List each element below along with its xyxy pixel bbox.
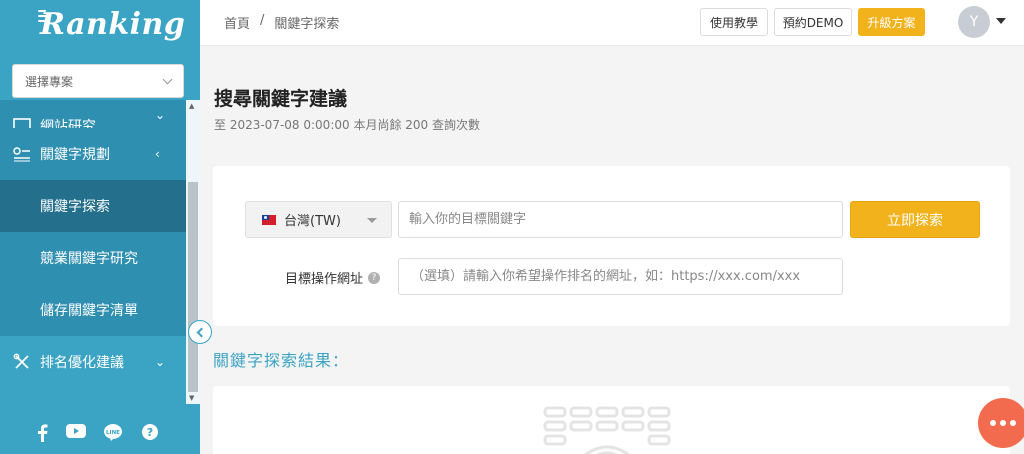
sidebar-menu: 網站研究 ⌄ 關鍵字規劃 ‹ 關鍵字探索 競業關鍵字研究 儲存關鍵字清單 排名優…	[0, 100, 186, 388]
monitor-icon	[12, 116, 32, 128]
collapse-sidebar-button[interactable]	[188, 320, 212, 344]
book-demo-button[interactable]: 預約DEMO	[774, 8, 852, 36]
scroll-down-icon[interactable]: ▼	[189, 394, 194, 402]
facebook-icon[interactable]	[36, 424, 48, 442]
sidebar-item-label: 排名優化建議	[40, 355, 124, 371]
sidebar-item-competitor-keywords[interactable]: 競業關鍵字研究	[0, 232, 186, 284]
caret-down-icon[interactable]	[996, 18, 1006, 24]
chat-dot-icon	[990, 420, 996, 426]
scroll-thumb[interactable]	[188, 182, 198, 392]
question-icon[interactable]: ?	[368, 271, 381, 284]
breadcrumb-home[interactable]: 首頁	[224, 13, 250, 32]
chat-button[interactable]	[978, 398, 1024, 448]
youtube-icon[interactable]	[66, 424, 86, 438]
logo-speed-lines-icon	[38, 10, 54, 24]
chevron-down-icon: ⌄	[155, 108, 166, 122]
empty-state-illustration-icon	[543, 406, 671, 454]
page-title: 搜尋關鍵字建議	[214, 88, 348, 110]
target-url-label-row: 目標操作網址 ?	[285, 268, 381, 287]
keyword-plan-icon	[12, 144, 32, 164]
sidebar-item-ranking-optimization[interactable]: 排名優化建議 ⌄	[0, 336, 186, 388]
svg-text:LINE: LINE	[106, 430, 120, 436]
line-icon[interactable]: LINE	[104, 424, 122, 441]
sidebar-item-label: 網站研究	[40, 119, 96, 128]
results-title: 關鍵字探索結果：	[213, 351, 350, 370]
sidebar-scrollbar[interactable]: ▲ ▼	[186, 100, 200, 404]
tools-icon	[12, 352, 32, 372]
chevron-left-icon: ‹	[155, 147, 160, 161]
keyword-input[interactable]	[398, 201, 843, 238]
sidebar: Ranking 選擇專案 網站研究 ⌄ 關鍵字規劃 ‹ 關鍵字探索 競業關鍵字研…	[0, 0, 200, 454]
chat-dot-icon	[1010, 420, 1016, 426]
query-quota-text: 至 2023-07-08 0:00:00 本月尚餘 200 查詢次數	[214, 118, 480, 132]
project-select-placeholder: 選擇專案	[25, 74, 74, 89]
country-select[interactable]: 台灣(TW)	[245, 201, 392, 238]
project-select[interactable]: 選擇專案	[12, 64, 184, 98]
avatar[interactable]: Y	[958, 6, 990, 38]
breadcrumb-current: 關鍵字探索	[274, 17, 340, 32]
chevron-down-icon	[162, 74, 173, 84]
target-url-label: 目標操作網址	[285, 272, 364, 287]
help-icon[interactable]: ?	[142, 424, 158, 440]
taiwan-flag-icon	[262, 214, 276, 225]
sidebar-item-saved-keywords[interactable]: 儲存關鍵字清單	[0, 284, 186, 336]
search-card: 台灣(TW) 立即探索 目標操作網址 ?	[213, 166, 1010, 326]
target-url-input[interactable]	[398, 258, 843, 295]
upgrade-button[interactable]: 升級方案	[858, 8, 925, 36]
breadcrumb-separator: /	[260, 13, 265, 28]
scroll-up-icon[interactable]: ▲	[189, 102, 194, 110]
chevron-left-icon	[196, 327, 207, 337]
tutorial-button[interactable]: 使用教學	[700, 8, 768, 36]
logo-text: Ranking	[40, 6, 186, 42]
chevron-down-icon: ⌄	[155, 355, 166, 369]
svg-text:?: ?	[147, 426, 153, 439]
sidebar-item-keyword-explore[interactable]: 關鍵字探索	[0, 180, 186, 232]
sidebar-item-label: 關鍵字規劃	[40, 147, 110, 163]
ranking-logo[interactable]: Ranking	[38, 4, 186, 44]
social-links: LINE ?	[0, 404, 200, 454]
results-panel	[213, 386, 1010, 454]
sidebar-item-site-research[interactable]: 網站研究 ⌄	[0, 100, 186, 128]
chat-dot-icon	[1000, 420, 1006, 426]
sidebar-item-label: 競業關鍵字研究	[40, 251, 138, 267]
sidebar-item-label: 儲存關鍵字清單	[40, 303, 138, 319]
breadcrumb: 首頁 / 關鍵字探索	[224, 13, 339, 32]
sidebar-item-keyword-plan[interactable]: 關鍵字規劃 ‹	[0, 128, 186, 180]
top-header: 首頁 / 關鍵字探索 使用教學 預約DEMO 升級方案 Y	[200, 0, 1024, 46]
explore-button[interactable]: 立即探索	[850, 201, 980, 238]
country-select-value: 台灣(TW)	[284, 214, 341, 229]
sidebar-item-label: 關鍵字探索	[40, 199, 110, 215]
caret-down-icon	[367, 218, 377, 223]
